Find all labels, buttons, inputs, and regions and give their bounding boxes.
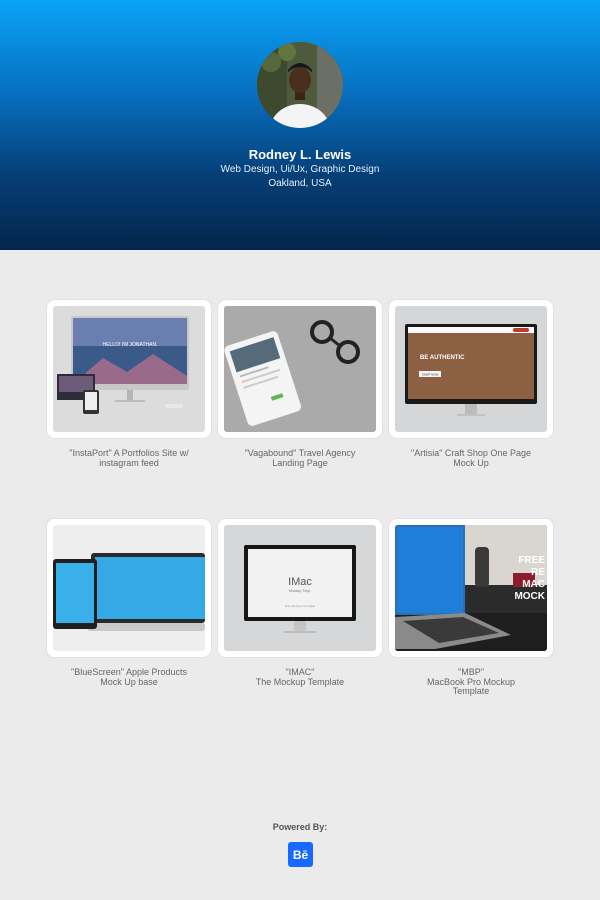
mock-overlay-text: MOCK [514,591,545,602]
behance-icon: Bē [293,848,309,862]
behance-logo-button[interactable]: Bē [288,842,313,867]
project-thumbnail: FREE RE MAC MOCK [395,525,547,651]
svg-text:Bē: Bē [293,848,309,862]
project-thumbnail: IMac Mockup Tmpl. Free Mockup Template [224,525,376,651]
mock-screen-sub: Mockup Tmpl. [289,589,311,593]
mock-overlay-text: MAC [522,579,545,590]
mock-screen-foot: Free Mockup Template [285,604,316,608]
project-caption: "IMAC" The Mockup Template [255,667,345,687]
profile-header: Rodney L. Lewis Web Design, Ui/Ux, Graph… [0,0,600,250]
project-caption: "BlueScreen" Apple Products Mock Up base [71,667,187,687]
mock-screen-text: BE AUTHENTIC [420,355,465,361]
project-thumbnail [53,525,205,651]
mock-button: SHOP NOW [422,373,439,377]
profile-name: Rodney L. Lewis [248,147,352,162]
project-card-bluescreen[interactable] [47,519,211,657]
project-caption: "Vagabound" Travel Agency Landing Page [244,448,356,468]
mock-overlay-text: RE [531,567,545,578]
project-caption: "Artisia" Craft Shop One Page Mock Up [411,448,531,468]
project-card-artisia[interactable]: BE AUTHENTIC SHOP NOW [389,300,553,438]
project-caption: "MBP" MacBook Pro Mockup Template [426,667,516,696]
avatar-photo [257,42,343,128]
project-thumbnail: HELLO! I'M JONATHAN. [53,306,205,432]
project-card-mbp[interactable]: FREE RE MAC MOCK [389,519,553,657]
project-card-imac[interactable]: IMac Mockup Tmpl. Free Mockup Template [218,519,382,657]
project-card-instaport[interactable]: HELLO! I'M JONATHAN. [47,300,211,438]
mock-screen-text: HELLO! I'M JONATHAN. [102,342,157,348]
project-caption: "InstaPort" A Portfolios Site w/ instagr… [69,448,189,468]
avatar[interactable] [257,42,343,128]
project-thumbnail: BE AUTHENTIC SHOP NOW [395,306,547,432]
project-card-vagabound[interactable] [218,300,382,438]
powered-by-label: Powered By: [272,822,328,832]
profile-location: Oakland, USA [268,178,332,189]
mock-overlay-text: FREE [518,555,545,566]
project-thumbnail [224,306,376,432]
mock-screen-text: IMac [288,576,312,588]
profile-role: Web Design, Ui/Ux, Graphic Design [220,164,380,175]
